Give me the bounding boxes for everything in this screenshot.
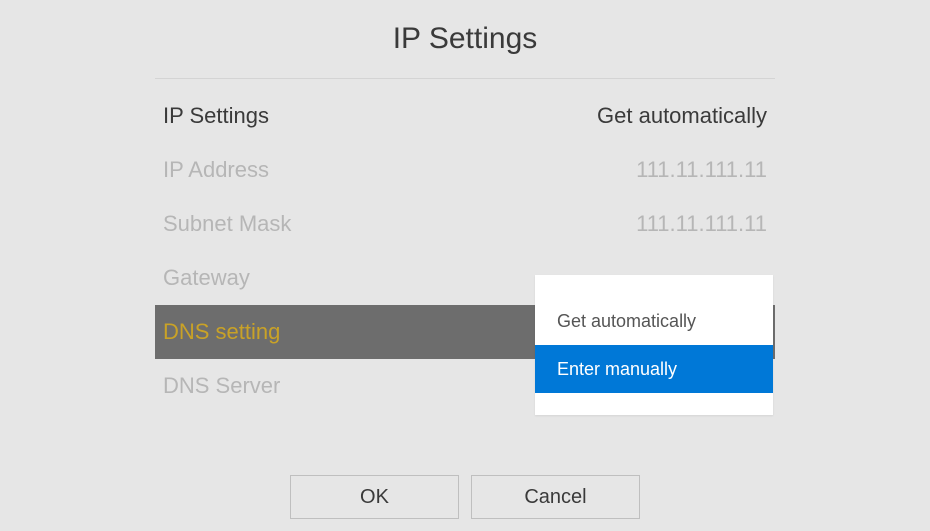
setting-row-subnet-mask: Subnet Mask 111.11.111.11	[155, 197, 775, 251]
setting-label: DNS Server	[163, 373, 280, 399]
button-bar: OK Cancel	[290, 475, 640, 519]
setting-row-ip-address: IP Address 111.11.111.11	[155, 143, 775, 197]
setting-value: Get automatically	[597, 103, 767, 129]
cancel-button[interactable]: Cancel	[471, 475, 640, 519]
dns-setting-dropdown: Get automatically Enter manually	[535, 275, 773, 415]
setting-value: 111.11.111.11	[636, 211, 767, 237]
ok-button[interactable]: OK	[290, 475, 459, 519]
setting-label: IP Address	[163, 157, 269, 183]
setting-value: 111.11.111.11	[636, 157, 767, 183]
setting-label: Gateway	[163, 265, 250, 291]
dropdown-option-enter-manually[interactable]: Enter manually	[535, 345, 773, 393]
setting-label: DNS setting	[163, 319, 280, 345]
setting-label: IP Settings	[163, 103, 269, 129]
setting-label: Subnet Mask	[163, 211, 291, 237]
page-title: IP Settings	[0, 0, 930, 78]
dropdown-option-get-automatically[interactable]: Get automatically	[535, 297, 773, 345]
setting-row-ip-settings[interactable]: IP Settings Get automatically	[155, 89, 775, 143]
